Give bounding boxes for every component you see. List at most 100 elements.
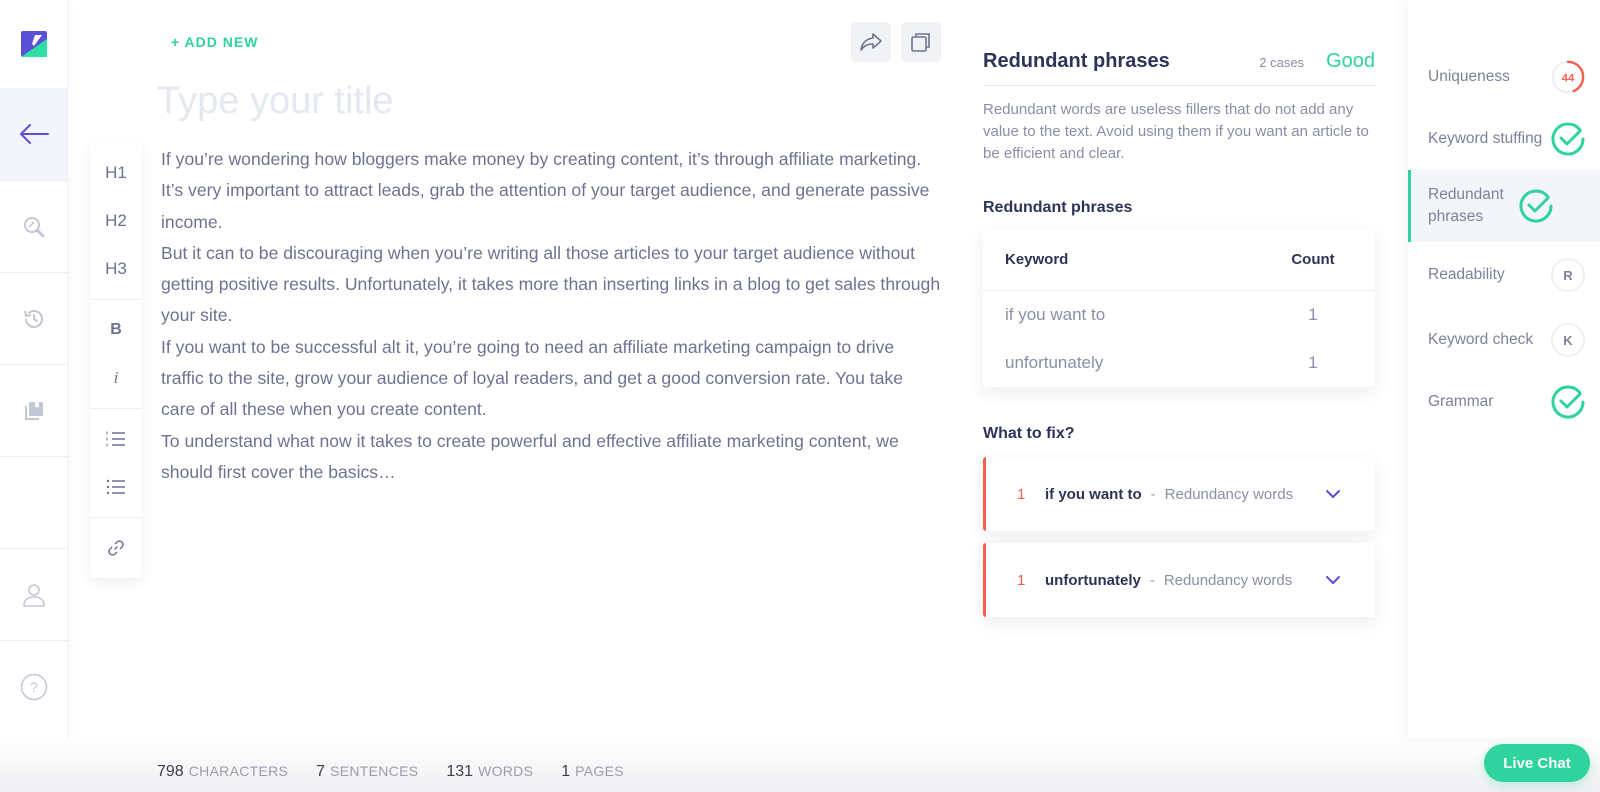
analysis-panel: Redundant phrases 2 cases Good Redundant… <box>983 50 1375 617</box>
check-label: Readability <box>1428 266 1505 283</box>
help-icon: ? <box>20 673 47 700</box>
heading3-button[interactable]: H3 <box>90 245 142 293</box>
panel-title: Redundant phrases <box>983 50 1170 72</box>
characters-count: 798 CHARACTERS <box>157 763 289 780</box>
document-stats-bar: 798 CHARACTERS 7 SENTENCES 131 WORDS 1 PAGES <box>0 738 1600 792</box>
copy-button[interactable] <box>901 22 941 62</box>
search-key-icon <box>23 216 44 237</box>
check-label: Grammar <box>1428 393 1494 410</box>
nav-empty <box>0 456 67 548</box>
score-ring-icon: 44 <box>1551 60 1585 94</box>
check-label: Redundant phrases <box>1428 186 1504 225</box>
fix-category: Redundancy words <box>1164 485 1294 503</box>
count-cell: 1 <box>1308 353 1318 372</box>
check-circle-icon <box>1551 122 1585 156</box>
bold-button[interactable]: B <box>90 306 142 354</box>
check-circle-icon <box>1519 189 1553 223</box>
check-redundant-phrases[interactable]: Redundant phrases <box>1408 170 1600 242</box>
ordered-list-button[interactable] <box>90 415 142 463</box>
check-label: Keyword check <box>1428 331 1534 348</box>
check-circle-icon <box>1551 385 1585 419</box>
app-logo[interactable] <box>0 0 67 88</box>
score-value: 44 <box>1562 72 1575 84</box>
fix-separator: - <box>1150 485 1156 503</box>
redundant-phrases-table: Keyword Count if you want to 1 unfortuna… <box>983 229 1375 387</box>
library-icon <box>24 401 43 420</box>
share-button[interactable] <box>851 22 891 62</box>
chevron-down-icon[interactable] <box>1325 489 1341 499</box>
arrow-left-icon <box>19 124 49 144</box>
panel-description: Redundant words are useless fillers that… <box>983 101 1369 162</box>
fix-item[interactable]: 1 unfortunately - Redundancy words <box>983 543 1375 617</box>
nav-back[interactable] <box>0 88 67 180</box>
bullet-list-button[interactable] <box>90 463 142 511</box>
pass-badge <box>1550 384 1586 420</box>
italic-button[interactable]: i <box>90 354 142 402</box>
fix-separator: - <box>1149 571 1155 589</box>
paragraph: If you want to be successful alt it, you… <box>161 336 904 420</box>
words-count: 131 WORDS <box>446 763 534 780</box>
sentences-count: 7 SENTENCES <box>316 763 419 780</box>
column-header-keyword: Keyword <box>1005 251 1069 268</box>
check-uniqueness[interactable]: Uniqueness 44 <box>1408 56 1600 98</box>
cases-count: 2 cases <box>1259 55 1305 70</box>
paragraph: To understand what now it takes to creat… <box>161 430 899 482</box>
table-row: unfortunately 1 <box>983 339 1375 387</box>
pages-count: 1 PAGES <box>561 763 624 780</box>
keyword-cell: unfortunately <box>1005 353 1104 372</box>
table-row: if you want to 1 <box>983 291 1375 339</box>
paragraph: If you’re wondering how bloggers make mo… <box>161 149 930 232</box>
share-icon <box>860 33 882 51</box>
check-readability[interactable]: Readability R <box>1408 254 1600 296</box>
check-label: Uniqueness <box>1428 68 1510 85</box>
nav-help[interactable]: ? <box>0 640 67 732</box>
left-navigation: ? EN <box>0 0 68 792</box>
letter-badge-wrap: K <box>1550 322 1586 358</box>
nav-library[interactable] <box>0 364 67 456</box>
status-badge: Good <box>1326 50 1375 72</box>
keyword-cell: if you want to <box>1005 305 1106 324</box>
count-cell: 1 <box>1308 305 1318 324</box>
history-icon <box>23 309 43 328</box>
pass-badge <box>1550 121 1586 157</box>
editor-body[interactable]: If you’re wondering how bloggers make mo… <box>161 144 941 488</box>
letter-badge-wrap: R <box>1550 257 1586 293</box>
fix-item[interactable]: 1 if you want to - Redundancy words <box>983 457 1375 531</box>
heading2-button[interactable]: H2 <box>90 197 142 245</box>
ordered-list-icon <box>106 431 125 447</box>
nav-history[interactable] <box>0 272 67 364</box>
add-new-button[interactable]: + ADD NEW <box>171 34 258 50</box>
link-icon <box>108 540 124 556</box>
fix-count: 1 <box>1017 571 1026 589</box>
table-title: Redundant phrases <box>983 199 1133 216</box>
format-toolbar: H1 H2 H3 B i <box>90 143 142 578</box>
link-button[interactable] <box>90 524 142 572</box>
user-icon <box>22 583 45 607</box>
editor-actions <box>851 22 941 62</box>
checks-sidebar: Uniqueness 44 Keyword stuffing Redundant… <box>1408 0 1600 738</box>
column-header-count: Count <box>1291 251 1335 268</box>
check-keyword-stuffing[interactable]: Keyword stuffing <box>1408 118 1600 160</box>
nav-seo-check[interactable] <box>0 180 67 272</box>
fix-keyword: if you want to <box>1045 485 1142 503</box>
keyword-check-badge: K <box>1551 323 1585 357</box>
check-grammar[interactable]: Grammar <box>1408 381 1600 423</box>
panel-header: Redundant phrases 2 cases Good <box>983 50 1375 86</box>
svg-text:?: ? <box>30 679 38 695</box>
title-input[interactable] <box>157 80 917 123</box>
check-label: Keyword stuffing <box>1428 130 1543 147</box>
table-header: Keyword Count <box>983 229 1375 291</box>
chevron-down-icon[interactable] <box>1325 575 1341 585</box>
nav-profile[interactable] <box>0 548 67 640</box>
copy-icon <box>911 33 930 52</box>
bullet-list-icon <box>106 479 125 495</box>
paragraph: But it can to be discouraging when you’r… <box>161 242 941 326</box>
logo-icon <box>20 31 47 57</box>
live-chat-button[interactable]: Live Chat <box>1484 744 1590 782</box>
heading1-button[interactable]: H1 <box>90 149 142 197</box>
check-keyword-check[interactable]: Keyword check K <box>1408 319 1600 361</box>
uniqueness-score: 44 <box>1550 59 1586 95</box>
fix-keyword: unfortunately <box>1045 571 1141 589</box>
readability-badge: R <box>1551 258 1585 292</box>
fix-count: 1 <box>1017 485 1026 503</box>
